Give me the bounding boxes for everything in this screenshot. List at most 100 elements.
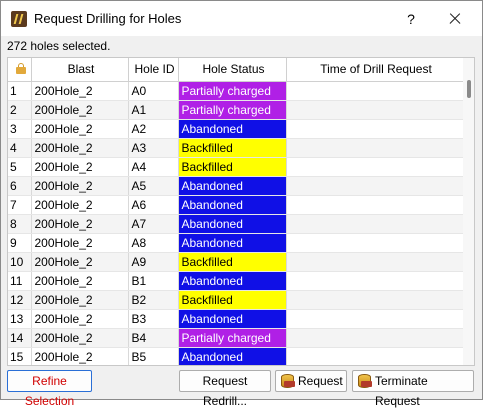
row-number[interactable]: 6 bbox=[8, 176, 32, 196]
blast-cell[interactable]: 200Hole_2 bbox=[31, 176, 129, 196]
hole-id-cell[interactable]: B5 bbox=[128, 347, 179, 365]
hole-status-cell[interactable]: Partially charged bbox=[178, 81, 287, 101]
hole-id-cell[interactable]: A5 bbox=[128, 176, 179, 196]
table-row[interactable]: 15 200Hole_2 B5 Abandoned bbox=[8, 347, 464, 365]
blast-cell[interactable]: 200Hole_2 bbox=[31, 195, 129, 215]
row-number[interactable]: 4 bbox=[8, 138, 32, 158]
blast-cell[interactable]: 200Hole_2 bbox=[31, 138, 129, 158]
hole-id-cell[interactable]: B2 bbox=[128, 290, 179, 310]
hole-status-cell[interactable]: Backfilled bbox=[178, 290, 287, 310]
row-number[interactable]: 12 bbox=[8, 290, 32, 310]
row-number[interactable]: 7 bbox=[8, 195, 32, 215]
request-redrill-button[interactable]: Request Redrill... bbox=[179, 370, 271, 408]
drill-request-time-cell[interactable] bbox=[286, 271, 464, 291]
table-row[interactable]: 10 200Hole_2 A9 Backfilled bbox=[8, 252, 464, 272]
drill-request-time-cell[interactable] bbox=[286, 176, 464, 196]
row-number[interactable]: 2 bbox=[8, 100, 32, 120]
hole-status-cell[interactable]: Backfilled bbox=[178, 138, 287, 158]
blast-cell[interactable]: 200Hole_2 bbox=[31, 100, 129, 120]
hole-status-cell[interactable]: Abandoned bbox=[178, 233, 287, 253]
row-number[interactable]: 8 bbox=[8, 214, 32, 234]
help-button[interactable]: ? bbox=[399, 7, 423, 31]
table-row[interactable]: 1 200Hole_2 A0 Partially charged bbox=[8, 81, 464, 101]
drill-request-time-cell[interactable] bbox=[286, 157, 464, 177]
table-row[interactable]: 2 200Hole_2 A1 Partially charged bbox=[8, 100, 464, 120]
column-header-blast[interactable]: Blast bbox=[31, 58, 129, 82]
drill-request-time-cell[interactable] bbox=[286, 119, 464, 139]
table-row[interactable]: 9 200Hole_2 A8 Abandoned bbox=[8, 233, 464, 253]
row-number[interactable]: 13 bbox=[8, 309, 32, 329]
drill-request-time-cell[interactable] bbox=[286, 328, 464, 348]
hole-id-cell[interactable]: A7 bbox=[128, 214, 179, 234]
table-row[interactable]: 7 200Hole_2 A6 Abandoned bbox=[8, 195, 464, 215]
refine-selection-button[interactable]: Refine Selection bbox=[7, 370, 92, 408]
drill-request-time-cell[interactable] bbox=[286, 290, 464, 310]
hole-id-cell[interactable]: A6 bbox=[128, 195, 179, 215]
drill-request-time-cell[interactable] bbox=[286, 81, 464, 101]
blast-cell[interactable]: 200Hole_2 bbox=[31, 233, 129, 253]
table-row[interactable]: 13 200Hole_2 B3 Abandoned bbox=[8, 309, 464, 329]
close-icon[interactable] bbox=[443, 7, 467, 31]
blast-cell[interactable]: 200Hole_2 bbox=[31, 347, 129, 365]
hole-id-cell[interactable]: A1 bbox=[128, 100, 179, 120]
drill-request-time-cell[interactable] bbox=[286, 214, 464, 234]
drill-request-time-cell[interactable] bbox=[286, 138, 464, 158]
table-row[interactable]: 4 200Hole_2 A3 Backfilled bbox=[8, 138, 464, 158]
drill-request-time-cell[interactable] bbox=[286, 309, 464, 329]
table-row[interactable]: 12 200Hole_2 B2 Backfilled bbox=[8, 290, 464, 310]
hole-id-cell[interactable]: A4 bbox=[128, 157, 179, 177]
drill-request-time-cell[interactable] bbox=[286, 100, 464, 120]
row-number[interactable]: 3 bbox=[8, 119, 32, 139]
hole-status-cell[interactable]: Abandoned bbox=[178, 309, 287, 329]
blast-cell[interactable]: 200Hole_2 bbox=[31, 81, 129, 101]
blast-cell[interactable]: 200Hole_2 bbox=[31, 309, 129, 329]
row-number[interactable]: 9 bbox=[8, 233, 32, 253]
table-row[interactable]: 11 200Hole_2 B1 Abandoned bbox=[8, 271, 464, 291]
row-number[interactable]: 14 bbox=[8, 328, 32, 348]
hole-status-cell[interactable]: Partially charged bbox=[178, 100, 287, 120]
blast-cell[interactable]: 200Hole_2 bbox=[31, 328, 129, 348]
hole-id-cell[interactable]: A0 bbox=[128, 81, 179, 101]
column-header-hole-status[interactable]: Hole Status bbox=[178, 58, 287, 82]
table-row[interactable]: 6 200Hole_2 A5 Abandoned bbox=[8, 176, 464, 196]
blast-cell[interactable]: 200Hole_2 bbox=[31, 214, 129, 234]
drill-request-time-cell[interactable] bbox=[286, 195, 464, 215]
table-row[interactable]: 8 200Hole_2 A7 Abandoned bbox=[8, 214, 464, 234]
hole-status-cell[interactable]: Abandoned bbox=[178, 347, 287, 365]
column-header-lock[interactable] bbox=[8, 58, 32, 82]
row-number[interactable]: 15 bbox=[8, 347, 32, 365]
hole-status-cell[interactable]: Abandoned bbox=[178, 271, 287, 291]
row-number[interactable]: 10 bbox=[8, 252, 32, 272]
blast-cell[interactable]: 200Hole_2 bbox=[31, 157, 129, 177]
row-number[interactable]: 5 bbox=[8, 157, 32, 177]
drill-request-time-cell[interactable] bbox=[286, 347, 464, 365]
hole-id-cell[interactable]: A9 bbox=[128, 252, 179, 272]
hole-status-cell[interactable]: Partially charged bbox=[178, 328, 287, 348]
column-header-time-of-drill-request[interactable]: Time of Drill Request bbox=[286, 58, 464, 82]
table-row[interactable]: 14 200Hole_2 B4 Partially charged bbox=[8, 328, 464, 348]
hole-status-cell[interactable]: Backfilled bbox=[178, 252, 287, 272]
blast-cell[interactable]: 200Hole_2 bbox=[31, 119, 129, 139]
request-button[interactable]: Request bbox=[275, 370, 347, 392]
table-row[interactable]: 5 200Hole_2 A4 Backfilled bbox=[8, 157, 464, 177]
drill-request-time-cell[interactable] bbox=[286, 252, 464, 272]
hole-id-cell[interactable]: B4 bbox=[128, 328, 179, 348]
blast-cell[interactable]: 200Hole_2 bbox=[31, 290, 129, 310]
drill-request-time-cell[interactable] bbox=[286, 233, 464, 253]
hole-id-cell[interactable]: A2 bbox=[128, 119, 179, 139]
blast-cell[interactable]: 200Hole_2 bbox=[31, 271, 129, 291]
row-number[interactable]: 1 bbox=[8, 81, 32, 101]
scrollbar-thumb[interactable] bbox=[467, 80, 471, 98]
hole-id-cell[interactable]: B1 bbox=[128, 271, 179, 291]
vertical-scrollbar[interactable] bbox=[463, 58, 474, 365]
hole-id-cell[interactable]: B3 bbox=[128, 309, 179, 329]
terminate-request-button[interactable]: Terminate Request bbox=[352, 370, 474, 408]
hole-id-cell[interactable]: A3 bbox=[128, 138, 179, 158]
column-header-hole-id[interactable]: Hole ID bbox=[128, 58, 179, 82]
hole-status-cell[interactable]: Abandoned bbox=[178, 195, 287, 215]
hole-status-cell[interactable]: Abandoned bbox=[178, 176, 287, 196]
table-row[interactable]: 3 200Hole_2 A2 Abandoned bbox=[8, 119, 464, 139]
hole-status-cell[interactable]: Abandoned bbox=[178, 119, 287, 139]
row-number[interactable]: 11 bbox=[8, 271, 32, 291]
blast-cell[interactable]: 200Hole_2 bbox=[31, 252, 129, 272]
